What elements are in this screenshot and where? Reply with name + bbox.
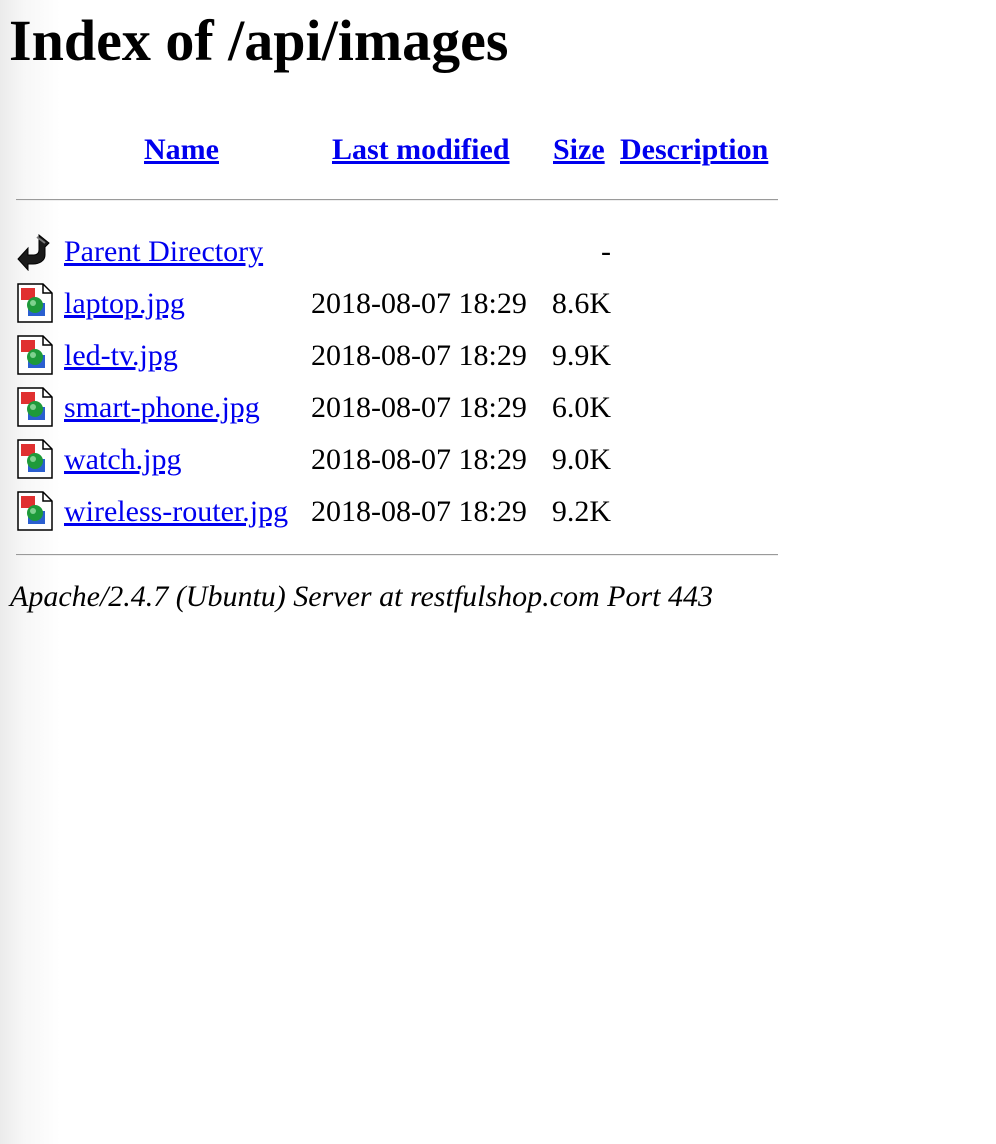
parent-directory-row: Parent Directory - (0, 227, 800, 279)
file-row: smart-phone.jpg 2018-08-07 18:29 6.0K (0, 383, 800, 435)
page-title: Index of /api/images (9, 8, 509, 73)
server-signature: Apache/2.4.7 (Ubuntu) Server at restfuls… (10, 580, 713, 613)
image-file-icon (15, 283, 55, 323)
file-size: 9.2K (551, 495, 611, 528)
column-header-size[interactable]: Size (553, 135, 605, 165)
parent-directory-link[interactable]: Parent Directory (64, 237, 263, 267)
column-header-description[interactable]: Description (620, 135, 768, 165)
parent-size: - (601, 235, 611, 268)
file-size: 9.9K (551, 339, 611, 372)
column-header-name[interactable]: Name (144, 135, 219, 165)
image-file-icon (15, 439, 55, 479)
file-link[interactable]: laptop.jpg (64, 289, 185, 319)
file-modified: 2018-08-07 18:29 (311, 287, 527, 320)
file-modified: 2018-08-07 18:29 (311, 391, 527, 424)
file-size: 9.0K (551, 443, 611, 476)
back-arrow-icon (15, 231, 55, 272)
file-row: watch.jpg 2018-08-07 18:29 9.0K (0, 435, 800, 487)
image-file-icon (15, 387, 55, 427)
bottom-divider (16, 554, 778, 556)
image-file-icon (15, 335, 55, 375)
file-row: wireless-router.jpg 2018-08-07 18:29 9.2… (0, 487, 800, 539)
file-modified: 2018-08-07 18:29 (311, 443, 527, 476)
column-header-last-modified[interactable]: Last modified (332, 135, 510, 165)
file-link[interactable]: wireless-router.jpg (64, 497, 288, 527)
file-link[interactable]: smart-phone.jpg (64, 393, 260, 423)
file-link[interactable]: led-tv.jpg (64, 341, 178, 371)
file-modified: 2018-08-07 18:29 (311, 495, 527, 528)
file-row: laptop.jpg 2018-08-07 18:29 8.6K (0, 279, 800, 331)
file-size: 6.0K (551, 391, 611, 424)
file-modified: 2018-08-07 18:29 (311, 339, 527, 372)
file-size: 8.6K (551, 287, 611, 320)
image-file-icon (15, 491, 55, 531)
file-row: led-tv.jpg 2018-08-07 18:29 9.9K (0, 331, 800, 383)
top-divider (16, 199, 778, 201)
file-link[interactable]: watch.jpg (64, 445, 181, 475)
